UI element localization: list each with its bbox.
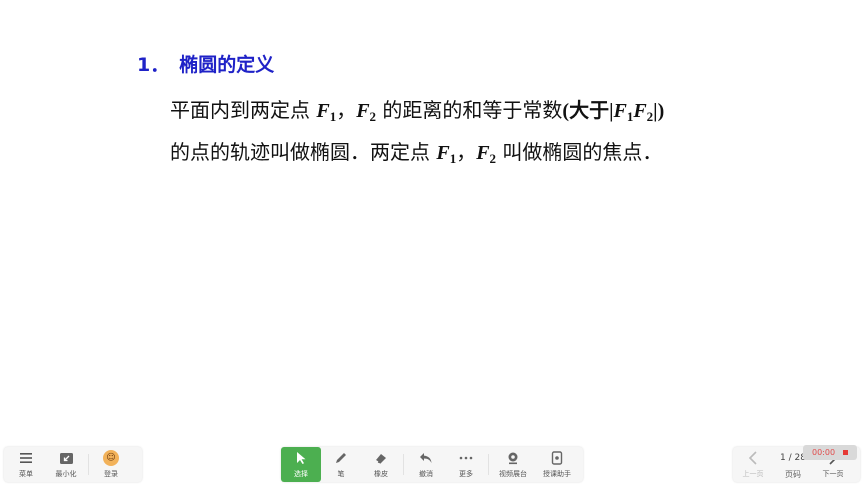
- text: 平面内到两定点: [170, 98, 317, 122]
- divider: [88, 454, 89, 475]
- more-button[interactable]: 更多: [446, 447, 486, 482]
- heading-number: 1．: [137, 54, 170, 76]
- minimize-button[interactable]: 最小化: [46, 447, 86, 482]
- select-tool-button[interactable]: 选择: [281, 447, 321, 482]
- paren-text: (大于|: [562, 100, 614, 122]
- menu-label: 菜单: [19, 470, 33, 478]
- prev-page-label: 上一页: [742, 470, 764, 478]
- next-page-label: 下一页: [822, 470, 844, 478]
- focus-f2: F2: [633, 100, 654, 124]
- select-label: 选择: [294, 470, 308, 478]
- heading-text: 椭圆的定义: [179, 54, 275, 76]
- avatar-icon: ☺: [103, 450, 119, 466]
- divider: [403, 454, 404, 475]
- definition-line-1: 平面内到两定点 F1，F2 的距离的和等于常数(大于|F1F2|): [170, 94, 664, 125]
- phone-assistant-icon: [551, 450, 563, 466]
- recording-time: 00:00: [812, 448, 836, 457]
- minimize-icon: [59, 450, 74, 466]
- comma: ，: [336, 98, 357, 122]
- divider: [488, 454, 489, 475]
- text: 的距离的和等于常数: [376, 98, 563, 122]
- login-button[interactable]: ☺ 登录: [91, 447, 131, 482]
- menu-button[interactable]: 菜单: [6, 447, 46, 482]
- focus-f1: F1: [316, 100, 337, 124]
- page-label: 页码: [785, 469, 801, 479]
- focus-f1: F1: [436, 142, 457, 166]
- undo-label: 撤消: [419, 470, 433, 478]
- section-heading: 1． 椭圆的定义: [137, 50, 274, 77]
- eraser-label: 橡皮: [374, 470, 388, 478]
- cursor-icon: [295, 450, 307, 466]
- more-label: 更多: [459, 470, 473, 478]
- center-toolbar: 选择 笔 橡皮 撤消 更多 视频展台 授课助手: [281, 447, 583, 482]
- eraser-tool-button[interactable]: 橡皮: [361, 447, 401, 482]
- record-stop-icon[interactable]: [843, 450, 849, 455]
- recording-indicator[interactable]: 00:00: [803, 445, 857, 460]
- more-dots-icon: [459, 450, 473, 466]
- pen-tool-button[interactable]: 笔: [321, 447, 361, 482]
- menu-icon: [19, 450, 33, 466]
- video-booth-label: 视频展台: [499, 470, 527, 478]
- left-toolbar: 菜单 最小化 ☺ 登录: [4, 447, 142, 482]
- focus-f2: F2: [476, 142, 497, 166]
- teaching-assistant-button[interactable]: 授课助手: [535, 447, 579, 482]
- paren-close: |): [653, 100, 665, 122]
- camera-icon: [506, 450, 520, 466]
- focus-f2: F2: [356, 100, 377, 124]
- undo-icon: [419, 450, 433, 466]
- pen-label: 笔: [337, 470, 345, 478]
- minimize-label: 最小化: [55, 470, 77, 478]
- text: 叫做椭圆的焦点．: [496, 140, 663, 164]
- text: 的点的轨迹叫做椭圆．两定点: [170, 140, 437, 164]
- definition-line-2: 的点的轨迹叫做椭圆．两定点 F1，F2 叫做椭圆的焦点．: [170, 136, 662, 167]
- video-booth-button[interactable]: 视频展台: [491, 447, 535, 482]
- comma: ，: [456, 140, 477, 164]
- undo-button[interactable]: 撤消: [406, 447, 446, 482]
- slide-canvas: 1． 椭圆的定义 平面内到两定点 F1，F2 的距离的和等于常数(大于|F1F2|…: [0, 0, 864, 440]
- teaching-assistant-label: 授课助手: [543, 470, 571, 478]
- chevron-left-icon: [748, 450, 758, 466]
- eraser-icon: [374, 450, 388, 466]
- focus-f1: F1: [613, 100, 634, 124]
- pen-icon: [334, 450, 348, 466]
- login-label: 登录: [104, 470, 118, 478]
- prev-page-button[interactable]: 上一页: [733, 447, 773, 482]
